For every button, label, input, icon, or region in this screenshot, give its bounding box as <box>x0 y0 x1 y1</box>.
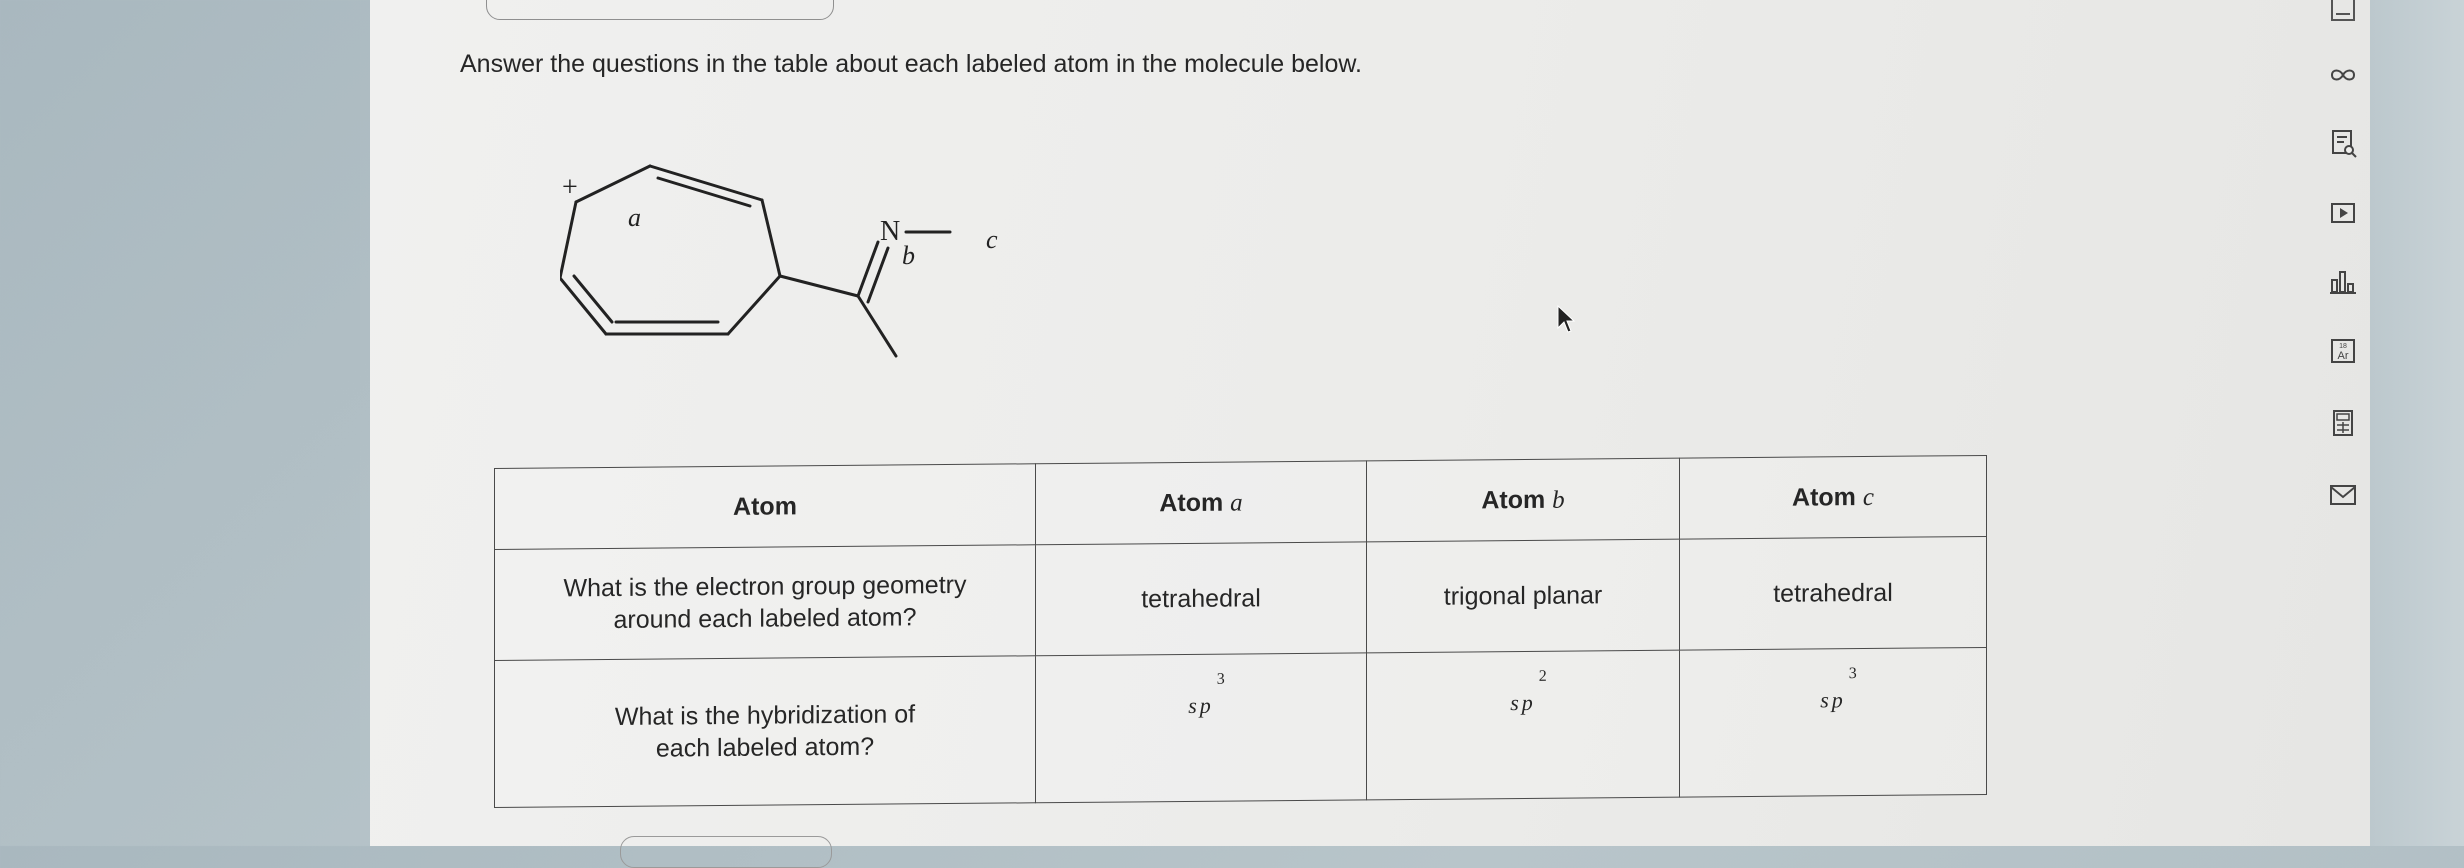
calculator-top-icon[interactable] <box>2326 0 2360 34</box>
header-atom-b: Atom b <box>1366 458 1680 542</box>
top-tab-outline <box>486 0 834 20</box>
methyl-bond <box>856 294 898 358</box>
nitrogen-label: N <box>880 216 900 247</box>
double-bond-inner <box>572 274 614 324</box>
atom-b-label: b <box>902 241 915 270</box>
table-header-row: Atom Atom a Atom b Atom c <box>494 455 1987 550</box>
hybridization-c-answer[interactable]: sp 3 <box>1679 647 1987 798</box>
substituent-bond <box>778 274 860 298</box>
geometry-question: What is the electron group geometry arou… <box>494 544 1036 661</box>
periodic-table-icon[interactable]: Ar 18 <box>2326 334 2360 368</box>
table-row: What is the electron group geometry arou… <box>494 536 1987 661</box>
ring-bond <box>726 274 782 336</box>
hybridization-a-answer[interactable]: sp 3 <box>1035 652 1367 803</box>
play-video-icon[interactable] <box>2326 196 2360 230</box>
chart-icon[interactable] <box>2326 264 2360 298</box>
ring-bond <box>574 164 652 204</box>
svg-text:18: 18 <box>2339 343 2347 350</box>
geometry-c-answer[interactable]: tetrahedral <box>1679 536 1987 651</box>
calculator-icon[interactable] <box>2326 406 2360 440</box>
answer-table: Atom Atom a Atom b Atom c What is the el… <box>494 454 1987 808</box>
header-atom-c: Atom c <box>1679 455 1987 540</box>
ring-bond <box>560 200 578 280</box>
svg-text:Ar: Ar <box>2338 350 2349 362</box>
header-atom-a: Atom a <box>1035 460 1367 545</box>
molecule-structure: + a N b c <box>560 164 998 358</box>
question-prompt: Answer the questions in the table about … <box>460 50 1362 78</box>
imine-double-bond-inner <box>866 246 890 304</box>
mail-icon[interactable] <box>2326 478 2360 512</box>
hybridization-b-answer[interactable]: sp 2 <box>1366 650 1680 800</box>
atom-c-label: c <box>986 225 998 254</box>
table-row: What is the hybridization of each labele… <box>494 647 1987 808</box>
imine-double-bond <box>856 240 880 298</box>
bottom-tab-outline <box>620 836 832 868</box>
header-atom: Atom <box>494 463 1036 550</box>
charge-plus: + <box>562 172 578 203</box>
infinity-icon[interactable] <box>2326 58 2360 92</box>
hybridization-question: What is the hybridization of each labele… <box>494 655 1036 808</box>
window-edge <box>2370 0 2464 846</box>
mouse-cursor-icon <box>1557 304 1576 333</box>
atom-a-label: a <box>628 203 641 232</box>
document-search-icon[interactable] <box>2326 126 2360 160</box>
ring-bond <box>648 164 764 202</box>
tool-sidebar: Ar 18 <box>2318 0 2368 846</box>
ring-bond <box>760 198 782 278</box>
geometry-b-answer[interactable]: trigonal planar <box>1366 539 1680 653</box>
geometry-a-answer[interactable]: tetrahedral <box>1035 541 1367 656</box>
